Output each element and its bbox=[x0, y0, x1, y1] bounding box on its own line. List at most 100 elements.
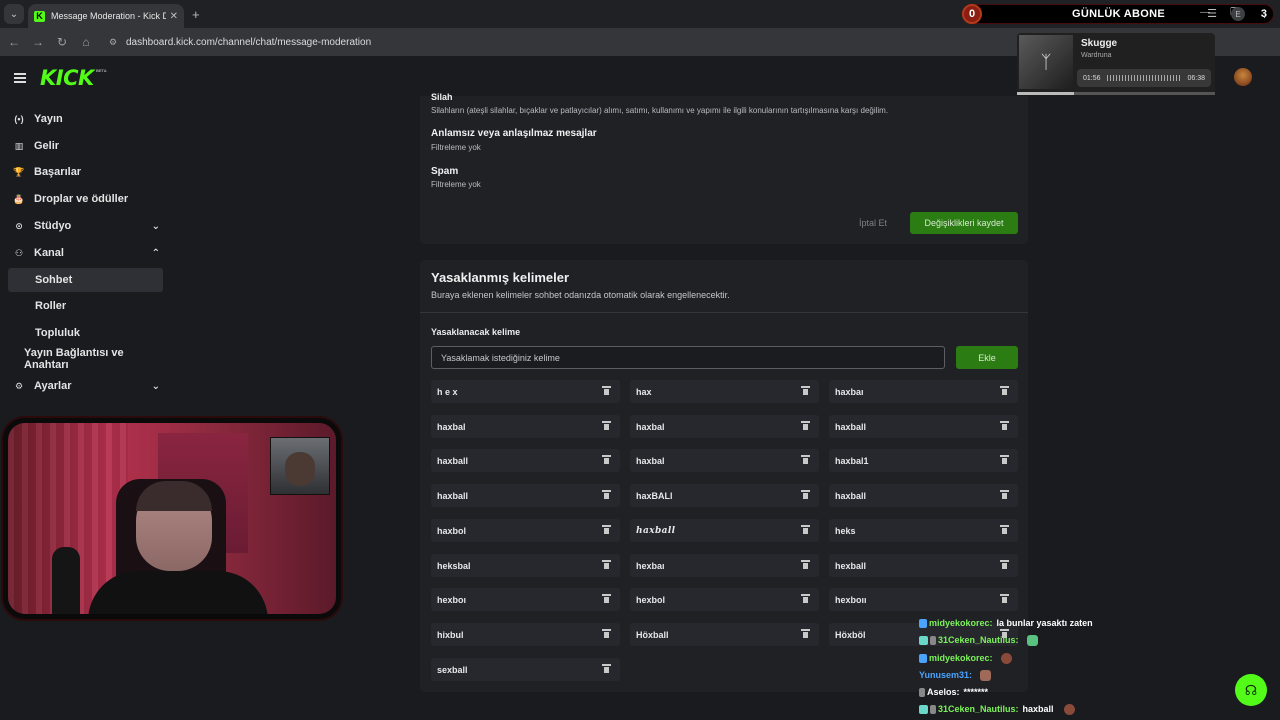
sidebar-item-droplar[interactable]: 🎂 Droplar ve ödüller bbox=[12, 188, 164, 210]
home-button[interactable]: ⌂ bbox=[74, 35, 98, 49]
reload-button[interactable]: ↻ bbox=[50, 35, 74, 49]
mod-badge-icon bbox=[919, 687, 925, 697]
trash-icon[interactable] bbox=[602, 664, 611, 673]
banned-word-item: 𝒉𝒂𝒙𝒃𝒂𝒍𝒍 bbox=[630, 519, 819, 542]
trash-icon[interactable] bbox=[602, 594, 611, 603]
chevron-up-icon[interactable]: ⌃ bbox=[152, 248, 160, 259]
trash-icon[interactable] bbox=[1000, 386, 1009, 395]
trash-icon[interactable] bbox=[801, 594, 810, 603]
browser-tab[interactable]: K Message Moderation - Kick Das ✕ bbox=[28, 4, 184, 28]
trash-icon[interactable] bbox=[801, 386, 810, 395]
trash-icon[interactable] bbox=[1000, 455, 1009, 464]
filter-nonsense-value[interactable]: Filtreleme yok bbox=[431, 143, 481, 152]
back-button[interactable]: ← bbox=[2, 35, 26, 49]
banned-word-text: haxbol bbox=[437, 525, 467, 536]
song-artist: Wardruna bbox=[1081, 52, 1112, 59]
trash-icon[interactable] bbox=[801, 490, 810, 499]
new-tab-button[interactable]: + bbox=[192, 7, 200, 22]
chat-username[interactable]: Yunusem31: bbox=[919, 670, 972, 680]
sidebar-item-label: Yayın bbox=[34, 113, 63, 125]
chat-username[interactable]: 31Ceken_Nautilus: bbox=[938, 635, 1019, 645]
sidebar-item-studyo[interactable]: ⊙ Stüdyo ⌄ bbox=[12, 215, 164, 237]
trash-icon[interactable] bbox=[602, 386, 611, 395]
forward-button[interactable]: → bbox=[26, 35, 50, 49]
trash-icon[interactable] bbox=[1000, 490, 1009, 499]
banned-word-text: haxball bbox=[437, 490, 469, 501]
trash-icon[interactable] bbox=[801, 455, 810, 464]
url-field[interactable]: ⚙ dashboard.kick.com/channel/chat/messag… bbox=[106, 35, 371, 49]
trash-icon[interactable] bbox=[602, 525, 611, 534]
trash-icon[interactable] bbox=[1000, 560, 1009, 569]
save-changes-button[interactable]: Değişiklikleri kaydet bbox=[910, 212, 1018, 234]
tab-search-button[interactable]: ⌄ bbox=[4, 4, 24, 24]
trash-icon[interactable] bbox=[801, 421, 810, 430]
banned-word-item: h e x bbox=[431, 380, 620, 403]
chat-username[interactable]: Aselos: bbox=[927, 687, 960, 697]
trash-icon[interactable] bbox=[1000, 525, 1009, 534]
chevron-down-icon[interactable]: ⌄ bbox=[152, 381, 160, 392]
playback-progress-fill bbox=[1017, 92, 1075, 95]
sword-badge-icon bbox=[919, 618, 927, 628]
sidebar-item-roller[interactable]: Roller bbox=[8, 294, 163, 318]
banned-word-item: hixbul bbox=[431, 623, 620, 646]
filter-weapons-title: Silah bbox=[431, 92, 453, 102]
chat-username[interactable]: midyekokorec: bbox=[929, 653, 993, 663]
site-settings-icon[interactable]: ⚙ bbox=[106, 35, 120, 49]
emote-icon bbox=[1000, 652, 1012, 664]
add-banned-word-button[interactable]: Ekle bbox=[956, 346, 1018, 369]
chat-username[interactable]: midyekokorec: bbox=[929, 618, 993, 628]
banned-word-text: haxbal bbox=[636, 421, 665, 432]
divider bbox=[420, 312, 1028, 313]
trash-icon[interactable] bbox=[801, 560, 810, 569]
playback-bar: 01:56 06:38 bbox=[1077, 69, 1211, 87]
more-menu-icon[interactable]: ⋮ bbox=[1259, 7, 1270, 21]
chat-username[interactable]: 31Ceken_Nautilus: bbox=[938, 704, 1019, 714]
trash-icon[interactable] bbox=[602, 490, 611, 499]
support-chat-button[interactable]: ☊ bbox=[1235, 674, 1267, 706]
filter-weapons-desc: Silahların (ateşli silahlar, bıçaklar ve… bbox=[431, 106, 889, 115]
playback-progress bbox=[1017, 92, 1215, 95]
chat-text: la bunlar yasaktı zaten bbox=[996, 618, 1093, 628]
profile-icon[interactable]: E bbox=[1231, 7, 1245, 21]
sidebar-item-topluluk[interactable]: Topluluk bbox=[8, 321, 163, 345]
trash-icon[interactable] bbox=[1000, 421, 1009, 430]
trash-icon[interactable] bbox=[801, 525, 810, 534]
close-tab-icon[interactable]: ✕ bbox=[170, 11, 178, 22]
sidebar-item-gelir[interactable]: ▥ Gelir bbox=[12, 135, 164, 157]
trophy-icon: 🏆 bbox=[13, 166, 25, 177]
trash-icon[interactable] bbox=[602, 421, 611, 430]
reading-list-icon[interactable]: ☰ bbox=[1207, 7, 1217, 21]
studio-icon: ⊙ bbox=[15, 220, 23, 231]
sidebar-item-ayarlar[interactable]: ⚙ Ayarlar ⌄ bbox=[12, 375, 164, 397]
menu-icon[interactable] bbox=[14, 73, 26, 83]
banned-word-item: haxball bbox=[431, 484, 620, 507]
sidebar-item-label: Ayarlar bbox=[34, 380, 72, 392]
trash-icon[interactable] bbox=[602, 560, 611, 569]
channel-icon: ⚇ bbox=[14, 247, 24, 258]
kick-logo[interactable]: KICK bbox=[40, 66, 94, 90]
sidebar-item-sohbet[interactable]: Sohbet bbox=[8, 268, 163, 292]
trash-icon[interactable] bbox=[602, 629, 611, 638]
filter-spam-value[interactable]: Filtreleme yok bbox=[431, 180, 481, 189]
trash-icon[interactable] bbox=[801, 629, 810, 638]
banned-word-text: haxBALl bbox=[636, 490, 673, 501]
cancel-button[interactable]: İptal Et bbox=[850, 212, 896, 234]
banned-word-item: hexbaı bbox=[630, 554, 819, 577]
chat-message: 31Ceken_Nautilus: haxball bbox=[919, 702, 1075, 716]
sidebar-item-yayin-baglantisi[interactable]: Yayın Bağlantısı ve Anahtarı bbox=[8, 347, 163, 371]
sidebar-item-label: Başarılar bbox=[34, 166, 82, 178]
banned-word-text: heks bbox=[835, 525, 856, 536]
sidebar-item-basarilar[interactable]: 🏆 Başarılar bbox=[12, 161, 164, 183]
sidebar-item-yayin[interactable]: (•) Yayın bbox=[12, 108, 164, 130]
chevron-down-icon[interactable]: ⌄ bbox=[152, 221, 160, 232]
banned-words-title: Yasaklanmış kelimeler bbox=[431, 270, 570, 285]
banned-word-input[interactable]: Yasaklamak istediğiniz kelime bbox=[431, 346, 945, 369]
avatar[interactable] bbox=[1234, 68, 1252, 86]
browser-toolbar-right: ☰ E ⋮ bbox=[1207, 7, 1270, 21]
sidebar-item-kanal[interactable]: ⚇ Kanal ⌃ bbox=[12, 242, 164, 264]
cam-streamer-body bbox=[88, 571, 268, 614]
broadcast-icon: (•) bbox=[14, 114, 24, 124]
trash-icon[interactable] bbox=[602, 455, 611, 464]
trash-icon[interactable] bbox=[1000, 594, 1009, 603]
sub-badge-icon bbox=[919, 635, 928, 645]
